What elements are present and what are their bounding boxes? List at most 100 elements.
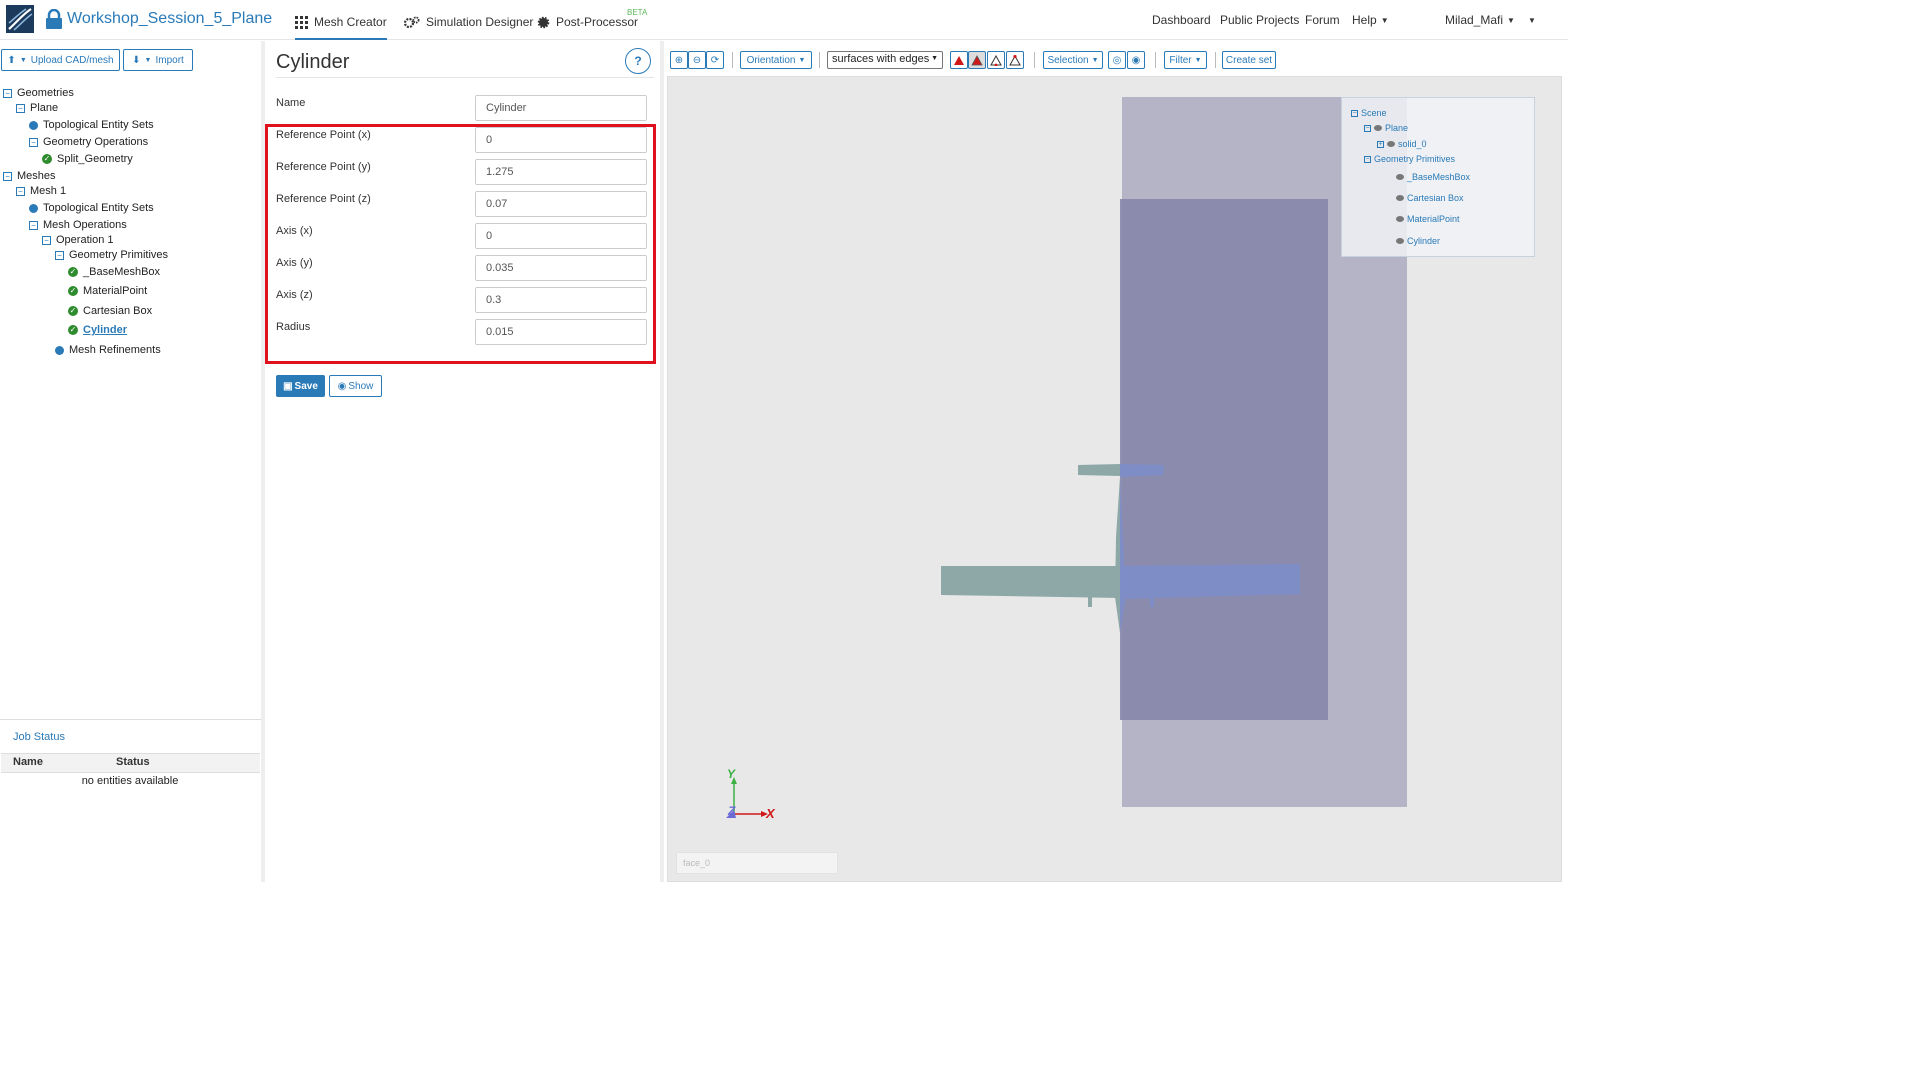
project-title: Workshop_Session_5_Plane xyxy=(67,10,273,27)
save-button[interactable]: ▣ Save xyxy=(276,375,325,397)
expand-icon[interactable]: + xyxy=(1377,140,1384,148)
axis-x-input[interactable]: 0 xyxy=(475,223,647,249)
right-splitter[interactable] xyxy=(660,41,664,882)
axis-y-input[interactable]: 0.035 xyxy=(475,255,647,281)
collapse-icon[interactable]: − xyxy=(29,220,38,230)
simscale-logo[interactable] xyxy=(6,5,34,33)
collapse-icon[interactable]: − xyxy=(3,88,12,98)
triangle-vertex-icon xyxy=(1009,54,1021,65)
filter-dropdown[interactable]: Filter ▼ xyxy=(1164,51,1207,69)
name-input[interactable]: Cylinder xyxy=(475,95,647,121)
collapse-icon[interactable]: − xyxy=(55,250,64,260)
orientation-dropdown[interactable]: Orientation ▼ xyxy=(740,51,812,69)
scene-label: Plane xyxy=(1385,123,1409,133)
hide-selection-button[interactable]: ◎ xyxy=(1108,51,1126,69)
reset-view-button[interactable]: ⟳ xyxy=(706,51,724,69)
tab-mesh-creator[interactable]: Mesh Creator xyxy=(295,12,387,40)
ref-point-y-label: Reference Point (y) xyxy=(276,161,371,173)
tree-geometries[interactable]: − Geometries xyxy=(3,87,74,99)
collapse-icon[interactable]: − xyxy=(42,235,51,245)
axis-z-input[interactable]: 0.3 xyxy=(475,287,647,313)
tree-operation-1[interactable]: − Operation 1 xyxy=(42,234,113,246)
scene-plane[interactable]: − Plane xyxy=(1364,123,1408,133)
scene-solid-0[interactable]: + solid_0 xyxy=(1377,139,1427,149)
tree-topological-entity-sets[interactable]: Topological Entity Sets xyxy=(29,119,154,131)
caret-down-icon[interactable]: ▼ xyxy=(1528,16,1536,25)
import-button[interactable]: ⬇ ▼ Import xyxy=(123,49,193,71)
upload-cad-mesh-button[interactable]: ⬆ ▼ Upload CAD/mesh xyxy=(1,49,120,71)
eye-slash-icon: ◎ xyxy=(1112,54,1122,66)
tree-meshes[interactable]: − Meshes xyxy=(3,170,56,182)
tree-label: Mesh 1 xyxy=(30,185,67,197)
zoom-out-button[interactable]: ⊖ xyxy=(688,51,706,69)
tree-label[interactable]: Cylinder xyxy=(83,324,127,336)
nav-dashboard[interactable]: Dashboard xyxy=(1152,13,1211,27)
tab-post-processor[interactable]: Post-Processor xyxy=(537,12,638,32)
scene-root[interactable]: − Scene xyxy=(1351,108,1387,118)
collapse-icon[interactable]: − xyxy=(1364,124,1371,132)
tree-cartesian-box[interactable]: ✓ Cartesian Box xyxy=(68,305,152,317)
show-all-button[interactable]: ◉ xyxy=(1127,51,1145,69)
tree-material-point[interactable]: ✓ MaterialPoint xyxy=(68,285,147,297)
scene-tree-panel: − Scene − Plane + solid_0 − Geometry Pri… xyxy=(1341,97,1535,257)
selection-dropdown[interactable]: Selection ▼ xyxy=(1043,51,1103,69)
radius-input[interactable]: 0.015 xyxy=(475,319,647,345)
caret-down-icon: ▼ xyxy=(1380,15,1389,25)
col-name: Name xyxy=(13,756,43,768)
eye-icon[interactable] xyxy=(1396,238,1404,244)
zoom-in-button[interactable]: ⊕ xyxy=(670,51,688,69)
user-menu[interactable]: Milad_Mafi ▼ xyxy=(1445,13,1515,27)
tree-split-geometry[interactable]: ✓ Split_Geometry xyxy=(42,153,133,165)
collapse-icon[interactable]: − xyxy=(1364,155,1371,163)
scene-material-point[interactable]: MaterialPoint xyxy=(1396,214,1460,224)
tree-mesh-operations[interactable]: − Mesh Operations xyxy=(29,219,127,231)
3d-viewport[interactable]: Y Z X − Scene − Plane + solid_0 − Geomet… xyxy=(667,76,1562,882)
scene-cylinder[interactable]: Cylinder xyxy=(1396,236,1440,246)
eye-icon[interactable] xyxy=(1387,141,1395,147)
ref-point-z-input[interactable]: 0.07 xyxy=(475,191,647,217)
collapse-icon[interactable]: − xyxy=(3,171,12,181)
nav-public-projects[interactable]: Public Projects xyxy=(1220,13,1299,27)
tab-simulation-designer[interactable]: Simulation Designer xyxy=(404,12,533,32)
tree-base-mesh-box[interactable]: ✓ _BaseMeshBox xyxy=(68,266,160,278)
create-set-button[interactable]: Create set xyxy=(1222,51,1276,69)
eye-icon[interactable] xyxy=(1396,216,1404,222)
ref-point-y-input[interactable]: 1.275 xyxy=(475,159,647,185)
collapse-icon[interactable]: − xyxy=(16,103,25,113)
tree-geometry-operations[interactable]: − Geometry Operations xyxy=(29,136,148,148)
scene-geometry-primitives[interactable]: − Geometry Primitives xyxy=(1364,154,1455,164)
tree-label: Mesh Refinements xyxy=(69,344,161,356)
line-select-mode-button[interactable] xyxy=(987,51,1005,69)
collapse-icon[interactable]: − xyxy=(1351,109,1358,117)
tree-mesh-refinements[interactable]: Mesh Refinements xyxy=(55,344,161,356)
render-mode-select[interactable]: surfaces with edges ▼ xyxy=(827,51,943,69)
show-button[interactable]: ◉ Show xyxy=(329,375,382,397)
axis-y-label: Axis (y) xyxy=(276,257,313,269)
tree-label: _BaseMeshBox xyxy=(83,266,161,278)
eye-icon[interactable] xyxy=(1396,195,1404,201)
edge-select-mode-button[interactable] xyxy=(968,51,986,69)
scene-cartesian-box[interactable]: Cartesian Box xyxy=(1396,193,1464,203)
scene-label: solid_0 xyxy=(1398,139,1427,149)
scene-base-mesh-box[interactable]: _BaseMeshBox xyxy=(1396,172,1470,182)
collapse-icon[interactable]: − xyxy=(16,186,25,196)
face-select-mode-button[interactable] xyxy=(950,51,968,69)
tree-cylinder[interactable]: ✓ Cylinder xyxy=(68,324,127,336)
eye-icon[interactable] xyxy=(1374,125,1382,131)
collapse-icon[interactable]: − xyxy=(29,137,38,147)
vertex-select-mode-button[interactable] xyxy=(1006,51,1024,69)
tree-geometry-primitives[interactable]: − Geometry Primitives xyxy=(55,249,168,261)
nav-forum[interactable]: Forum xyxy=(1305,13,1340,27)
tree-topological-entity-sets-mesh[interactable]: Topological Entity Sets xyxy=(29,202,154,214)
nav-help-dropdown[interactable]: Help ▼ xyxy=(1352,13,1389,27)
tree-plane[interactable]: − Plane xyxy=(16,102,58,114)
face-selection-field[interactable]: face_0 xyxy=(676,852,838,874)
separator xyxy=(819,52,820,68)
tree-mesh-1[interactable]: − Mesh 1 xyxy=(16,185,66,197)
tree-label: Topological Entity Sets xyxy=(43,202,154,214)
eye-icon[interactable] xyxy=(1396,174,1404,180)
ref-point-x-input[interactable]: 0 xyxy=(475,127,647,153)
save-label: Save xyxy=(294,380,318,392)
help-button[interactable]: ? xyxy=(625,48,651,74)
ref-point-x-label: Reference Point (x) xyxy=(276,129,371,141)
